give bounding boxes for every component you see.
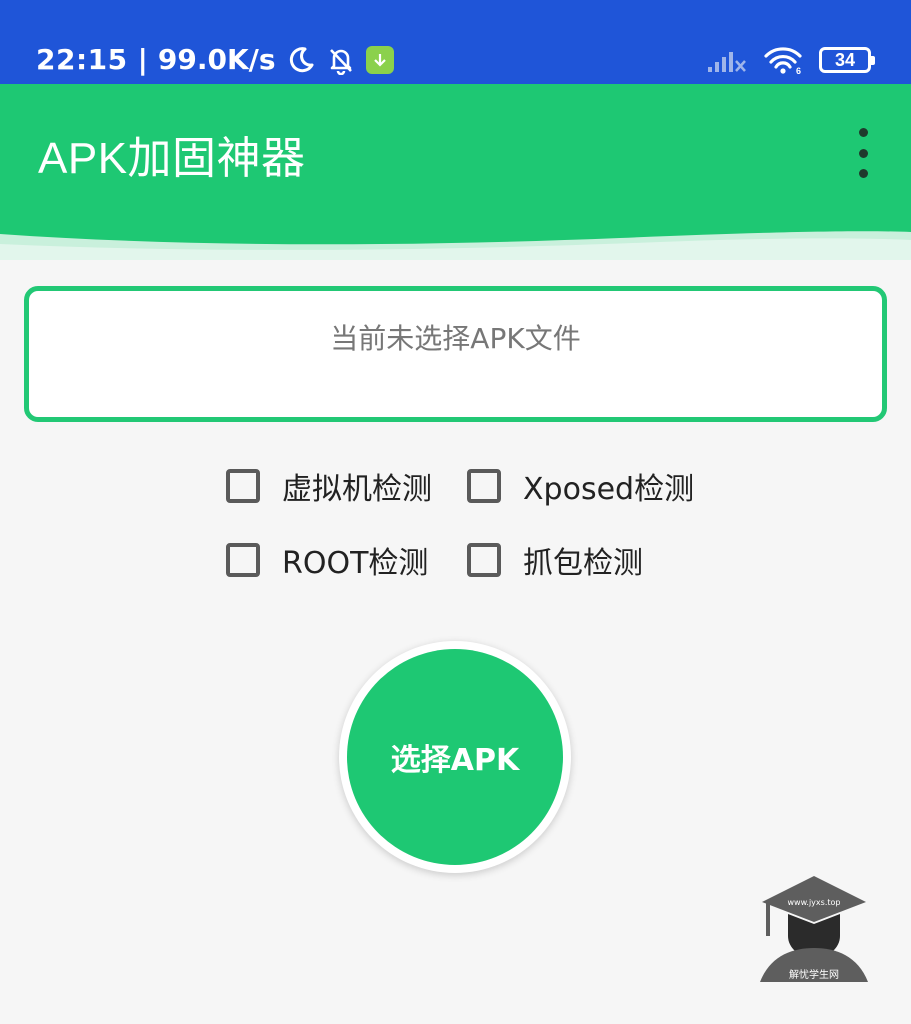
select-apk-button[interactable]: 选择APK <box>347 649 563 865</box>
more-vert-icon[interactable] <box>851 128 875 178</box>
wifi-icon: 6 <box>763 45 803 75</box>
network-speed: 99.0K/s <box>157 43 276 76</box>
watermark-url: www.jyxs.top <box>787 898 841 907</box>
signal-icon <box>707 47 747 73</box>
moon-icon <box>286 45 316 75</box>
app-title: APK加固神器 <box>38 134 306 183</box>
status-right: 6 34 <box>707 38 875 82</box>
checkbox-box[interactable] <box>467 469 501 503</box>
file-status-text: 当前未选择APK文件 <box>330 322 581 355</box>
menu-dot <box>858 128 868 137</box>
packet-capture-detection-checkbox[interactable]: 抓包检测 <box>467 538 643 582</box>
bell-off-icon <box>326 45 356 75</box>
menu-dot <box>858 148 868 158</box>
status-separator: | <box>137 43 148 76</box>
checkbox-label: ROOT检测 <box>282 546 429 581</box>
root-detection-checkbox[interactable]: ROOT检测 <box>226 538 428 582</box>
vm-detection-checkbox[interactable]: 虚拟机检测 <box>226 464 432 508</box>
battery-icon: 34 <box>819 47 875 73</box>
checkbox-box[interactable] <box>467 543 501 577</box>
svg-text:6: 6 <box>796 66 801 75</box>
site-watermark: www.jyxs.top 解忧学生网 <box>758 870 870 982</box>
checkbox-label: 抓包检测 <box>523 546 643 581</box>
checkbox-box[interactable] <box>226 469 260 503</box>
xposed-detection-checkbox[interactable]: Xposed检测 <box>467 464 694 508</box>
status-left: 22:15 | 99.0K/s <box>36 38 394 82</box>
status-time: 22:15 <box>36 43 128 76</box>
watermark-name: 解忧学生网 <box>789 970 839 981</box>
status-bar: 22:15 | 99.0K/s 6 34 <box>0 0 911 84</box>
app-bar: APK加固神器 <box>0 84 911 260</box>
checkbox-box[interactable] <box>226 543 260 577</box>
apk-file-display: 当前未选择APK文件 <box>24 286 887 422</box>
checkbox-label: 虚拟机检测 <box>282 472 432 507</box>
download-icon <box>365 46 394 74</box>
menu-dot <box>858 169 868 178</box>
checkbox-label: Xposed检测 <box>523 472 695 507</box>
app-screen: 22:15 | 99.0K/s 6 34 APK加固神器 当前未选择APK文件 … <box>0 0 911 1024</box>
header-wave <box>0 231 911 260</box>
